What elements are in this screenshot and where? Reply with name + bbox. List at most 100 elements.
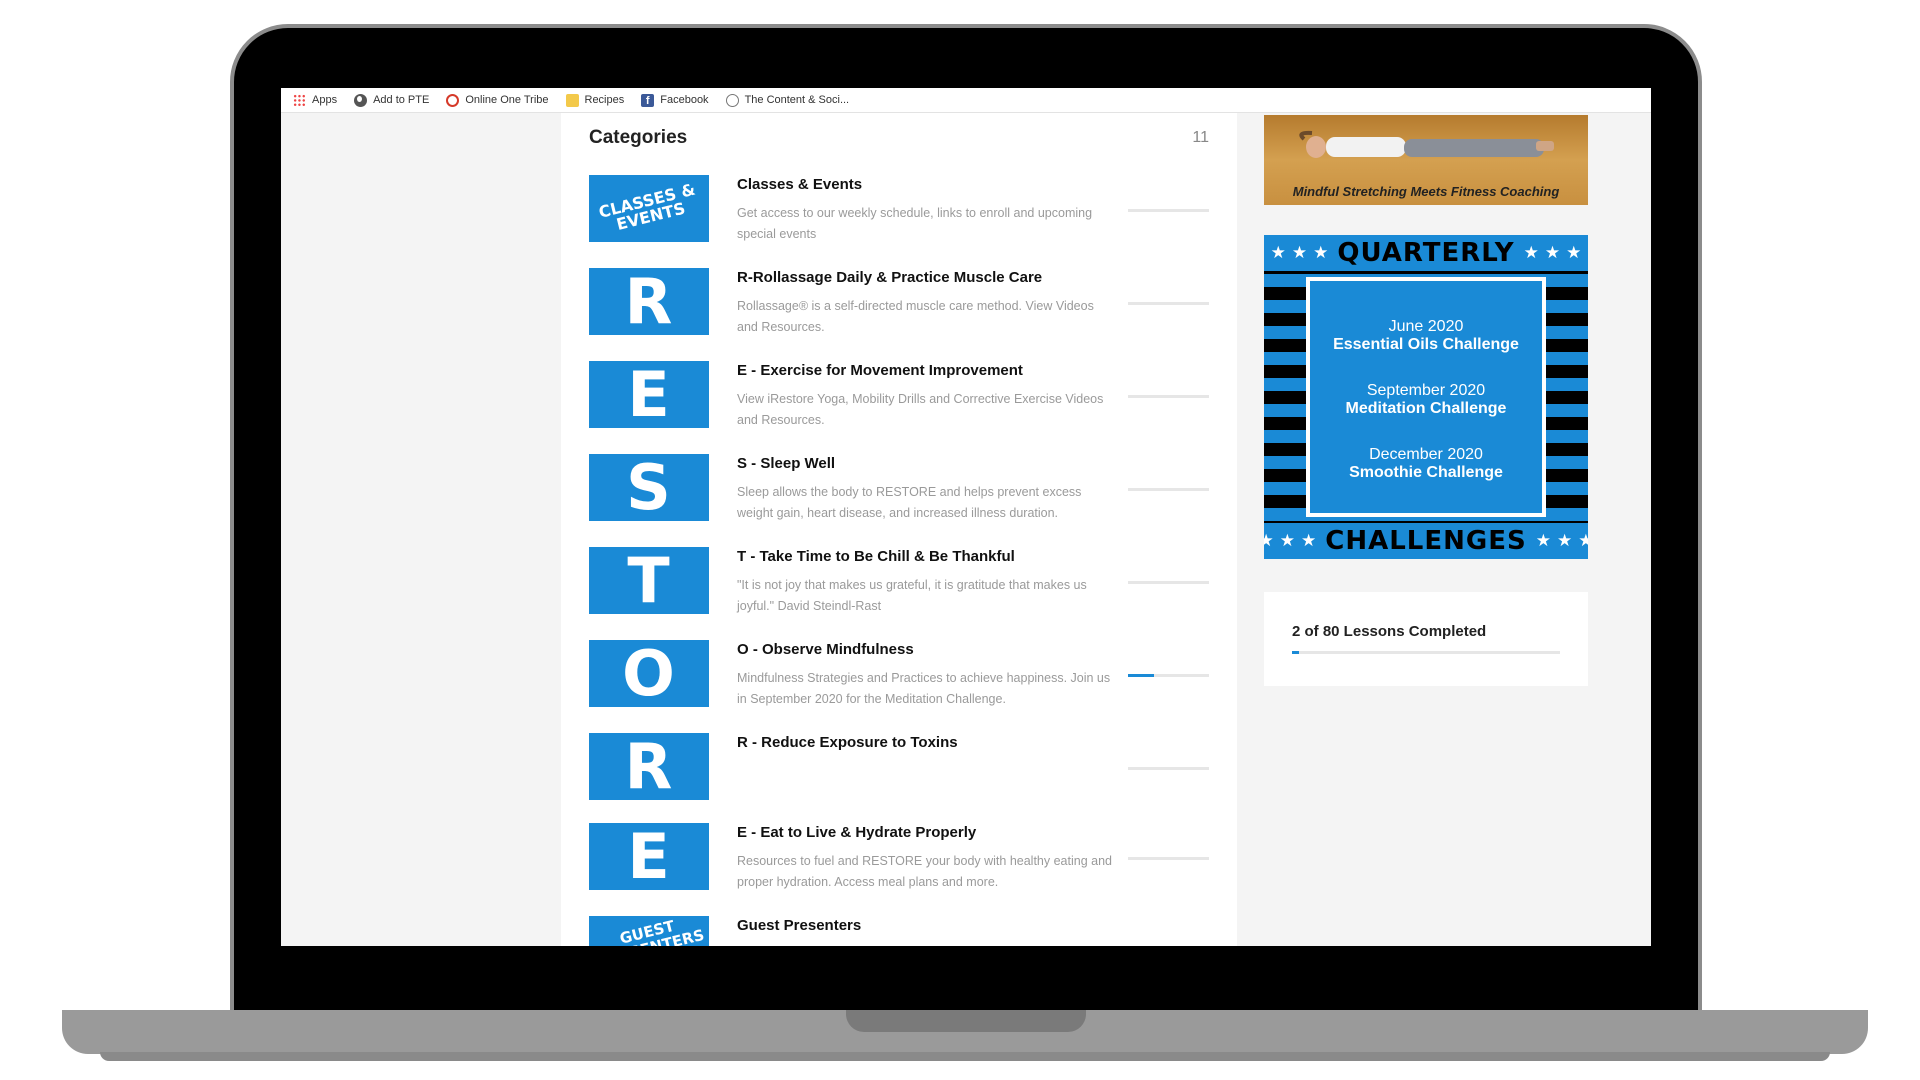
quarterly-header: ★ ★ ★ QUARTERLY ★ ★ ★ [1264,235,1588,271]
promo-caption: Mindful Stretching Meets Fitness Coachin… [1292,184,1560,199]
progress-bar [1128,488,1209,491]
category-description: Rollassage® is a self-directed muscle ca… [737,299,1094,334]
bookmark-recipes[interactable]: Recipes [565,93,625,107]
bookmark-content-social[interactable]: The Content & Soci... [725,93,850,107]
category-thumbnail[interactable]: E [589,361,709,428]
progress-bar [1128,581,1209,584]
bookmark-label: Apps [312,94,338,106]
category-thumbnail[interactable]: E [589,823,709,890]
category-thumbnail[interactable]: O [589,640,709,707]
progress-bar [1128,767,1209,770]
star-icon: ★ [1556,531,1573,550]
category-description: View iRestore Yoga, Mobility Drills and … [737,392,1104,427]
category-title[interactable]: R-Rollassage Daily & Practice Muscle Car… [737,269,1042,286]
progress-bar [1128,857,1209,860]
folder-icon [565,93,579,107]
thumbnail-letter: T [627,547,671,614]
thumbnail-letter: R [624,268,674,335]
progress-fill [1128,674,1154,677]
category-description: Get access to our weekly schedule, links… [737,206,1093,241]
bookmark-apps[interactable]: Apps [293,93,338,107]
category-title[interactable]: O - Observe Mindfulness [737,641,914,658]
progress-bar [1128,302,1209,305]
bookmarks-bar: Apps Add to PTE Online One Tribe Recipes… [281,88,1651,113]
challenge-name: Essential Oils Challenge [1333,336,1519,353]
star-icon: ★ [1523,243,1539,262]
site-icon [725,93,739,107]
bookmark-online-one-tribe[interactable]: Online One Tribe [446,93,549,107]
thumbnail-text: CLASSES & EVENTS [596,179,698,234]
star-icon: ★ [1291,243,1308,262]
star-icon: ★ [1313,243,1329,262]
category-item[interactable]: CLASSES & EVENTS Classes & Events Get ac… [589,175,1209,243]
quarterly-footer: ★ ★ ★ CHALLENGES ★ ★ ★ [1264,523,1588,559]
category-thumbnail[interactable]: GUEST PRESENTERS [589,916,709,946]
thumbnail-letter: R [624,733,674,800]
category-item[interactable]: R R-Rollassage Daily & Practice Muscle C… [589,268,1209,336]
lessons-completed-label: 2 of 80 Lessons Completed [1292,623,1487,640]
category-thumbnail[interactable]: CLASSES & EVENTS [589,175,709,242]
challenge-name: Meditation Challenge [1345,400,1507,417]
star-icon: ★ [1264,531,1274,550]
category-item[interactable]: GUEST PRESENTERS Guest Presenters [589,916,1209,946]
star-icon: ★ [1279,531,1296,550]
thumbnail-letter: E [627,361,671,428]
category-title[interactable]: Classes & Events [737,176,862,193]
thumbnail-text: GUEST PRESENTERS [596,916,706,946]
facebook-icon: f [641,93,655,107]
quarterly-title: QUARTERLY [1337,238,1515,268]
category-description: Mindfulness Strategies and Practices to … [737,671,1111,706]
category-item[interactable]: T T - Take Time to Be Chill & Be Thankfu… [589,547,1209,615]
star-icon: ★ [1544,243,1561,262]
category-title[interactable]: E - Exercise for Movement Improvement [737,362,1023,379]
promo-banner[interactable]: Mindful Stretching Meets Fitness Coachin… [1264,115,1588,205]
lessons-progress-card: 2 of 80 Lessons Completed [1264,592,1588,686]
category-thumbnail[interactable]: S [589,454,709,521]
bookmark-label: The Content & Soci... [744,94,850,106]
star-icon: ★ [1578,531,1588,550]
progress-bar [1128,209,1209,212]
category-item[interactable]: R R - Reduce Exposure to Toxins [589,733,1209,801]
bookmark-add-to-pte[interactable]: Add to PTE [354,93,430,107]
progress-bar [1128,674,1209,677]
challenge-date: September 2020 [1366,382,1486,399]
category-thumbnail[interactable]: R [589,733,709,800]
categories-count: 11 [1192,129,1209,146]
category-thumbnail[interactable]: T [589,547,709,614]
challenge-date: June 2020 [1388,318,1464,335]
star-icon: ★ [1270,243,1286,262]
challenge-name: Smoothie Challenge [1349,464,1503,481]
quarterly-challenges-banner[interactable]: ★ ★ ★ QUARTERLY ★ ★ ★ June 2020 Essential Oi… [1264,235,1588,559]
thumbnail-letter: E [627,823,671,890]
category-item[interactable]: O O - Observe Mindfulness Mindfulness St… [589,640,1209,708]
category-thumbnail[interactable]: R [589,268,709,335]
category-title[interactable]: Guest Presenters [737,917,861,934]
bookmark-facebook[interactable]: f Facebook [641,93,709,107]
bookmark-label: Add to PTE [373,94,430,106]
categories-panel: Categories 11 CLASSES & EVENTS Classes &… [561,113,1237,946]
thumbnail-letter: O [622,640,676,707]
bookmark-label: Online One Tribe [465,94,549,106]
category-description: Sleep allows the body to RESTORE and hel… [737,485,1082,520]
category-title[interactable]: T - Take Time to Be Chill & Be Thankful [737,548,1015,565]
progress-bar [1128,395,1209,398]
laptop-base-shadow [100,1052,1830,1061]
category-description: Resources to fuel and RESTORE your body … [737,854,1112,889]
laptop-screen: Apps Add to PTE Online One Tribe Recipes… [281,88,1651,946]
bookmark-label: Facebook [660,94,709,106]
category-title[interactable]: E - Eat to Live & Hydrate Properly [737,824,976,841]
laptop-notch [846,1010,1086,1032]
stretching-person-image [1299,130,1554,158]
category-item[interactable]: E E - Exercise for Movement Improvement … [589,361,1209,429]
challenges-title: CHALLENGES [1325,526,1527,556]
star-icon: ★ [1566,243,1582,262]
category-item[interactable]: S S - Sleep Well Sleep allows the body t… [589,454,1209,522]
star-icon: ★ [1301,531,1317,550]
challenge-date: December 2020 [1369,446,1483,463]
globe-icon [354,93,368,107]
category-title[interactable]: R - Reduce Exposure to Toxins [737,734,958,751]
bookmark-label: Recipes [584,94,625,106]
category-item[interactable]: E E - Eat to Live & Hydrate Properly Res… [589,823,1209,891]
category-title[interactable]: S - Sleep Well [737,455,835,472]
ring-icon [446,93,460,107]
